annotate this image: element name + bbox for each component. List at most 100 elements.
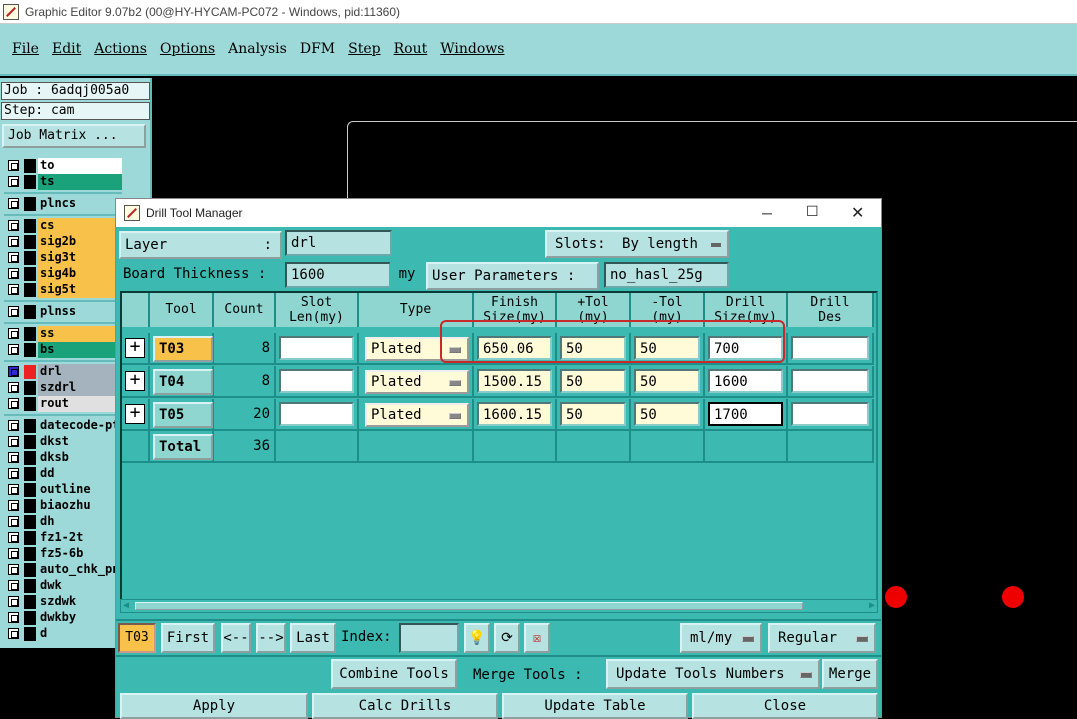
- layer-checkbox[interactable]: [8, 548, 19, 559]
- layer-row[interactable]: d: [2, 626, 122, 642]
- layer-row[interactable]: cs: [2, 218, 122, 234]
- horizontal-scrollbar[interactable]: ◀ ▶: [120, 599, 878, 613]
- mode-dropdown[interactable]: Regular: [768, 623, 876, 653]
- menu-file[interactable]: File: [12, 41, 39, 57]
- plus-tol-input[interactable]: 50: [560, 402, 626, 426]
- drill-size-input[interactable]: 1600: [708, 369, 783, 393]
- slot-len-input[interactable]: [279, 336, 354, 360]
- layer-row[interactable]: dwk: [2, 578, 122, 594]
- expand-icon[interactable]: +: [125, 371, 145, 391]
- bulb-icon[interactable]: 💡: [464, 623, 490, 653]
- layer-row[interactable]: sig2b: [2, 234, 122, 250]
- layer-checkbox[interactable]: [8, 220, 19, 231]
- layer-checkbox[interactable]: [8, 516, 19, 527]
- type-dropdown[interactable]: Plated: [365, 403, 469, 427]
- layer-checkbox[interactable]: [8, 468, 19, 479]
- combine-tools-button[interactable]: Combine Tools: [331, 659, 457, 689]
- layer-row[interactable]: fz5-6b: [2, 546, 122, 562]
- drill-des-input[interactable]: [791, 402, 869, 426]
- layer-checkbox[interactable]: [8, 628, 19, 639]
- layer-checkbox[interactable]: [8, 398, 19, 409]
- index-field[interactable]: [399, 623, 459, 653]
- menu-windows[interactable]: Windows: [440, 41, 504, 57]
- layer-checkbox[interactable]: [8, 596, 19, 607]
- close-button[interactable]: Close: [692, 693, 878, 719]
- layer-row[interactable]: dkst: [2, 434, 122, 450]
- close-icon[interactable]: ✕: [851, 203, 864, 223]
- drill-size-input[interactable]: 1700: [708, 402, 783, 426]
- plus-tol-input[interactable]: 50: [560, 369, 626, 393]
- apply-button[interactable]: Apply: [120, 693, 308, 719]
- layer-row[interactable]: dh: [2, 514, 122, 530]
- drill-des-input[interactable]: [791, 336, 869, 360]
- menu-edit[interactable]: Edit: [52, 41, 81, 57]
- merge-button[interactable]: Merge: [822, 659, 878, 689]
- first-button[interactable]: First: [161, 623, 215, 653]
- layer-row[interactable]: fz1-2t: [2, 530, 122, 546]
- layer-checkbox[interactable]: [8, 284, 19, 295]
- minus-tol-input[interactable]: 50: [634, 369, 700, 393]
- type-dropdown[interactable]: Plated: [365, 370, 469, 394]
- slots-dropdown[interactable]: By length: [622, 236, 698, 252]
- layer-checkbox[interactable]: [8, 198, 19, 209]
- delete-icon[interactable]: ☒: [524, 623, 550, 653]
- units-dropdown[interactable]: ml/my: [680, 623, 762, 653]
- minus-tol-input[interactable]: 50: [634, 402, 700, 426]
- layer-checkbox[interactable]: [8, 580, 19, 591]
- layer-row[interactable]: drl: [2, 364, 122, 380]
- expand-icon[interactable]: +: [125, 338, 145, 358]
- finish-size-input[interactable]: 1500.15: [477, 369, 552, 393]
- layer-row[interactable]: datecode-pt: [2, 418, 122, 434]
- scroll-right-icon[interactable]: ▶: [869, 600, 875, 611]
- user-params-field[interactable]: no_hasl_25g: [604, 262, 729, 288]
- layer-row[interactable]: dd: [2, 466, 122, 482]
- layer-checkbox[interactable]: [8, 500, 19, 511]
- layer-row[interactable]: sig3t: [2, 250, 122, 266]
- merge-option-dropdown[interactable]: Update Tools Numbers: [606, 659, 820, 689]
- calc-drills-button[interactable]: Calc Drills: [312, 693, 498, 719]
- menu-options[interactable]: Options: [160, 41, 215, 57]
- layer-row[interactable]: sig5t: [2, 282, 122, 298]
- expand-icon[interactable]: +: [125, 404, 145, 424]
- finish-size-input[interactable]: 1600.15: [477, 402, 552, 426]
- layer-row[interactable]: dksb: [2, 450, 122, 466]
- minimize-icon[interactable]: ─: [762, 205, 772, 221]
- layer-checkbox[interactable]: [8, 306, 19, 317]
- menu-actions[interactable]: Actions: [94, 41, 147, 57]
- scroll-left-icon[interactable]: ◀: [123, 600, 129, 611]
- slot-len-input[interactable]: [279, 369, 354, 393]
- layer-row[interactable]: plnss: [2, 304, 122, 320]
- layer-checkbox[interactable]: [8, 532, 19, 543]
- menu-dfm[interactable]: DFM: [300, 41, 335, 57]
- layer-checkbox[interactable]: [8, 236, 19, 247]
- menu-rout[interactable]: Rout: [394, 41, 428, 57]
- layer-row[interactable]: sig4b: [2, 266, 122, 282]
- layer-row[interactable]: szdwk: [2, 594, 122, 610]
- layer-checkbox[interactable]: [8, 176, 19, 187]
- last-button[interactable]: Last: [290, 623, 336, 653]
- layer-checkbox[interactable]: [8, 436, 19, 447]
- maximize-icon[interactable]: ☐: [806, 203, 819, 220]
- layer-row[interactable]: bs: [2, 342, 122, 358]
- tool-button[interactable]: T04: [153, 369, 213, 395]
- update-table-button[interactable]: Update Table: [502, 693, 688, 719]
- refresh-icon[interactable]: ⟳: [494, 623, 520, 653]
- layer-checkbox[interactable]: [8, 252, 19, 263]
- menu-analysis[interactable]: Analysis: [228, 41, 287, 57]
- layer-row[interactable]: outline: [2, 482, 122, 498]
- layer-checkbox[interactable]: [8, 612, 19, 623]
- layer-row[interactable]: auto_chk_pn: [2, 562, 122, 578]
- layer-checkbox[interactable]: [8, 328, 19, 339]
- layer-row[interactable]: ts: [2, 174, 122, 190]
- layer-checkbox[interactable]: [8, 382, 19, 393]
- tool-button[interactable]: T05: [153, 402, 213, 428]
- layer-checkbox[interactable]: [8, 564, 19, 575]
- layer-checkbox[interactable]: [8, 160, 19, 171]
- layer-checkbox[interactable]: [8, 344, 19, 355]
- layer-row[interactable]: rout: [2, 396, 122, 412]
- slot-len-input[interactable]: [279, 402, 354, 426]
- layer-row[interactable]: to: [2, 158, 122, 174]
- prev-button[interactable]: <--: [221, 623, 251, 653]
- layer-row[interactable]: biaozhu: [2, 498, 122, 514]
- layer-checkbox[interactable]: [8, 452, 19, 463]
